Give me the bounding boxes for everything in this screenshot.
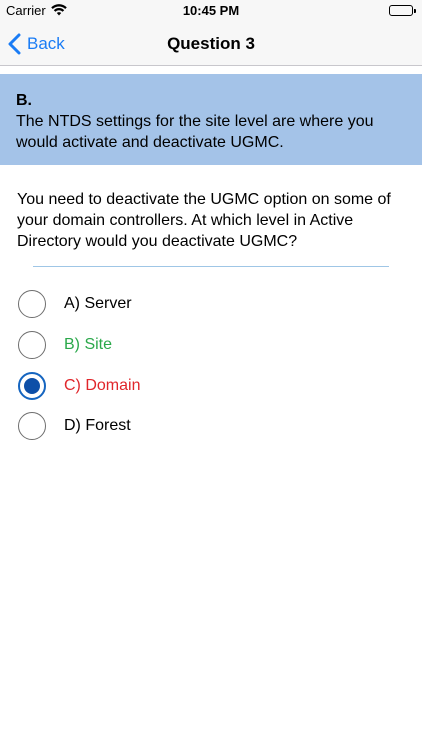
option-label: B) Site [64, 336, 113, 353]
status-bar: Carrier 10:45 PM [0, 0, 422, 22]
answer-banner: B. The NTDS settings for the site level … [0, 74, 422, 165]
option-label: C) Domain [64, 377, 141, 394]
option-a[interactable]: A) Server [18, 290, 398, 318]
radio-button-selected[interactable] [18, 372, 46, 400]
clock: 10:45 PM [182, 3, 240, 18]
radio-button[interactable] [18, 412, 46, 440]
navigation-bar: Back Question 3 [0, 22, 422, 66]
option-b[interactable]: B) Site [18, 331, 398, 359]
option-c[interactable]: C) Domain [18, 372, 398, 400]
answer-explanation: The NTDS settings for the site level are… [16, 113, 374, 151]
option-d[interactable]: D) Forest [18, 412, 398, 440]
option-label: A) Server [64, 295, 132, 312]
page-title: Question 3 [167, 34, 255, 53]
divider [33, 266, 389, 267]
answer-letter: B. [16, 92, 32, 109]
radio-button[interactable] [18, 331, 46, 359]
option-label: D) Forest [64, 417, 131, 434]
battery-icon [389, 5, 416, 16]
radio-button[interactable] [18, 290, 46, 318]
question-text: You need to deactivate the UGMC option o… [17, 191, 391, 250]
